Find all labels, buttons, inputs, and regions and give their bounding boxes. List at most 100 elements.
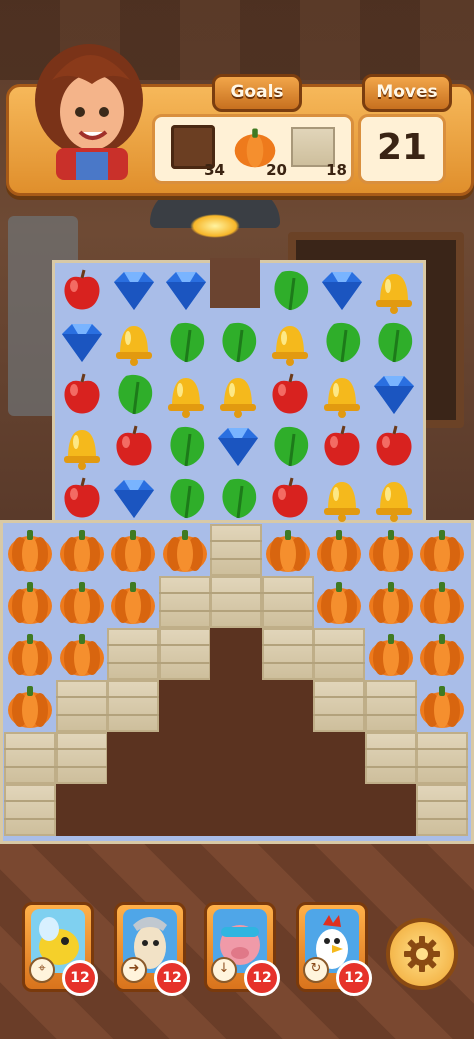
booster-count: 12 (154, 960, 190, 996)
dirt-tile (107, 784, 159, 836)
pumpkin-tile[interactable] (313, 576, 365, 628)
pumpkin-tile[interactable] (365, 524, 417, 576)
brick-tile (107, 680, 159, 732)
booster-count: 12 (244, 960, 280, 996)
booster-count: 12 (336, 960, 372, 996)
leaf-tile[interactable] (108, 368, 160, 420)
apple-tile[interactable] (56, 368, 108, 420)
blue-gem-tile[interactable] (160, 264, 212, 316)
dirt-tile (210, 680, 262, 732)
brick-tile (261, 576, 314, 628)
pumpkin-tile[interactable] (4, 680, 56, 732)
bell-tile[interactable] (316, 368, 368, 420)
booster-rooster[interactable]: ↻ 12 (296, 902, 372, 996)
dirt-tile (210, 628, 262, 680)
pumpkin-tile[interactable] (416, 524, 468, 576)
brick-tile (364, 680, 417, 732)
brick-tile (416, 732, 468, 784)
blue-gem-tile[interactable] (108, 264, 160, 316)
pumpkin-tile[interactable] (4, 576, 56, 628)
pumpkin-tile[interactable] (159, 524, 211, 576)
blue-gem-tile[interactable] (316, 264, 368, 316)
settings-button[interactable] (386, 918, 458, 990)
board-notch (210, 258, 260, 308)
apple-tile[interactable] (56, 264, 108, 316)
game-board (0, 0, 474, 1039)
pumpkin-tile[interactable] (416, 576, 468, 628)
bell-tile[interactable] (316, 472, 368, 524)
apple-tile[interactable] (264, 368, 316, 420)
bell-tile[interactable] (160, 368, 212, 420)
leaf-tile[interactable] (264, 420, 316, 472)
blue-gem-tile[interactable] (108, 472, 160, 524)
brick-tile (261, 628, 314, 680)
dirt-tile (261, 680, 314, 732)
dirt-tile (55, 784, 108, 836)
brick-tile (158, 628, 211, 680)
dirt-tile (210, 732, 262, 784)
target-icon: ⌖ (29, 957, 55, 983)
dirt-tile (364, 784, 417, 836)
pumpkin-tile[interactable] (4, 524, 56, 576)
arrow-icon: ➜ (121, 957, 147, 983)
brick-tile (4, 784, 56, 836)
pumpkin-tile[interactable] (313, 524, 365, 576)
pumpkin-tile[interactable] (107, 576, 159, 628)
brick-tile (364, 732, 417, 784)
apple-tile[interactable] (264, 472, 316, 524)
blue-gem-tile[interactable] (212, 420, 264, 472)
bell-tile[interactable] (368, 472, 420, 524)
booster-pig[interactable]: ↓ 12 (204, 902, 280, 996)
bell-tile[interactable] (108, 316, 160, 368)
leaf-tile[interactable] (160, 316, 212, 368)
leaf-tile[interactable] (212, 472, 264, 524)
booster-count: 12 (62, 960, 98, 996)
pumpkin-tile[interactable] (365, 628, 417, 680)
arrow-down-icon: ↓ (211, 957, 237, 983)
brick-tile (55, 680, 108, 732)
bell-tile[interactable] (212, 368, 264, 420)
pumpkin-tile[interactable] (56, 628, 108, 680)
dirt-tile (158, 732, 211, 784)
booster-goat[interactable]: ➜ 12 (114, 902, 190, 996)
blue-gem-tile[interactable] (56, 316, 108, 368)
bell-tile[interactable] (264, 316, 316, 368)
apple-tile[interactable] (316, 420, 368, 472)
dirt-tile (261, 784, 314, 836)
brick-tile (158, 576, 211, 628)
booster-bee[interactable]: ⌖ 12 (22, 902, 98, 996)
pumpkin-tile[interactable] (416, 680, 468, 732)
pumpkin-tile[interactable] (365, 576, 417, 628)
apple-tile[interactable] (368, 420, 420, 472)
bell-tile[interactable] (368, 264, 420, 316)
leaf-tile[interactable] (264, 264, 316, 316)
pumpkin-tile[interactable] (416, 628, 468, 680)
brick-tile (416, 784, 468, 836)
gear-icon (404, 936, 440, 972)
dirt-tile (313, 784, 365, 836)
pumpkin-tile[interactable] (56, 576, 108, 628)
brick-tile (313, 680, 365, 732)
apple-tile[interactable] (56, 472, 108, 524)
pumpkin-tile[interactable] (4, 628, 56, 680)
bell-tile[interactable] (56, 420, 108, 472)
dirt-tile (107, 732, 159, 784)
blue-gem-tile[interactable] (368, 368, 420, 420)
brick-tile (4, 732, 56, 784)
leaf-tile[interactable] (316, 316, 368, 368)
dirt-tile (158, 784, 211, 836)
pumpkin-tile[interactable] (56, 524, 108, 576)
apple-tile[interactable] (108, 420, 160, 472)
pumpkin-tile[interactable] (107, 524, 159, 576)
brick-tile (210, 524, 262, 576)
brick-tile (313, 628, 365, 680)
pumpkin-tile[interactable] (262, 524, 314, 576)
leaf-tile[interactable] (368, 316, 420, 368)
brick-tile (107, 628, 159, 680)
shuffle-icon: ↻ (303, 957, 329, 983)
leaf-tile[interactable] (160, 420, 212, 472)
dirt-tile (261, 732, 314, 784)
leaf-tile[interactable] (212, 316, 264, 368)
leaf-tile[interactable] (160, 472, 212, 524)
brick-tile (55, 732, 108, 784)
